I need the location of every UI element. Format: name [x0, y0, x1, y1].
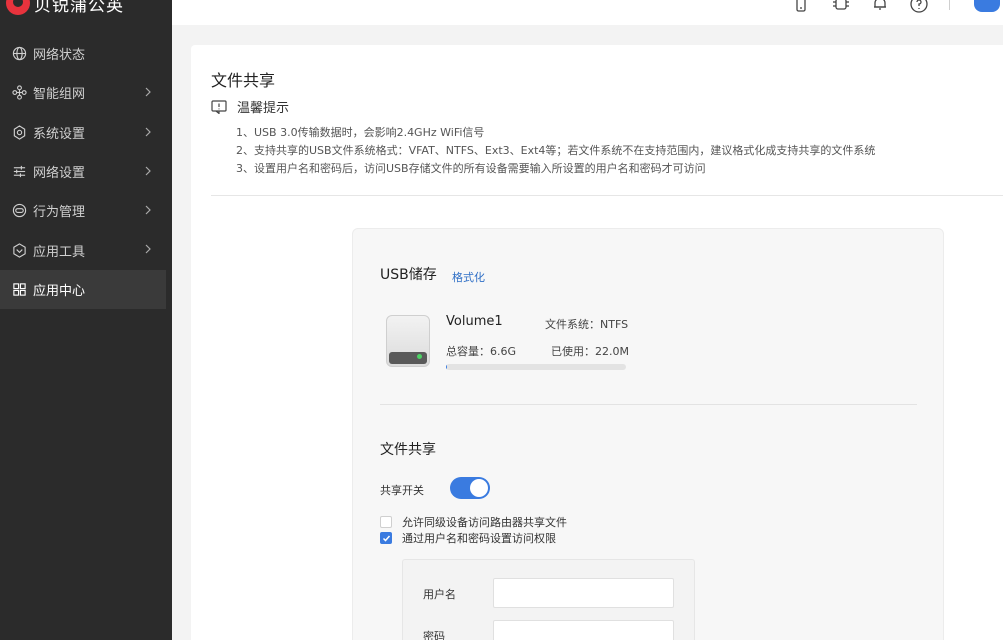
gear-icon [11, 124, 27, 140]
usage-bar-fill [446, 364, 447, 370]
option-credentials[interactable]: 通过用户名和密码设置访问权限 [380, 530, 556, 546]
username-input[interactable] [493, 578, 674, 608]
behavior-icon [11, 203, 27, 219]
logo[interactable]: 贝锐蒲公英 [6, 0, 124, 16]
sidebar-item-label: 网络设置 [33, 166, 86, 182]
divider [949, 0, 950, 10]
sidebar-item-system-settings[interactable]: 系统设置 [0, 113, 172, 152]
format-link[interactable]: 格式化 [452, 269, 485, 285]
disk-icon [386, 315, 430, 367]
sidebar-item-network-status[interactable]: 网络状态 [0, 34, 172, 73]
disk-base [389, 352, 427, 364]
total-capacity: 总容量：6.6G [446, 345, 517, 358]
check-icon [382, 535, 390, 542]
option-peer-access[interactable]: 允许同级设备访问路由器共享文件 [380, 514, 567, 530]
sidebar-item-network-settings[interactable]: 网络设置 [0, 152, 172, 191]
avatar[interactable] [974, 0, 1000, 12]
bell-icon[interactable] [871, 0, 889, 13]
filesystem-label: 文件系统：NTFS [545, 318, 629, 331]
divider [380, 404, 917, 405]
logo-mark-icon [6, 0, 30, 15]
sidebar: 贝锐蒲公英 网络状态 智能组网 系统设置 网络设置 行为管理 应用工具 应用中心 [0, 0, 172, 640]
apps-icon [11, 281, 27, 297]
disk-led [417, 354, 422, 359]
main-content: 文件共享 温馨提示 1、USB 3.0传输数据时，会影响2.4GHz WiFi信… [191, 45, 1003, 640]
sidebar-item-smart-network[interactable]: 智能组网 [0, 73, 172, 112]
sidebar-item-label: 智能组网 [33, 87, 86, 103]
chevron-right-icon [145, 87, 151, 97]
network-icon [11, 85, 27, 101]
usb-panel: USB储存 格式化 Volume1 文件系统：NTFS 总容量：6.6G 已使用… [352, 228, 944, 640]
sidebar-item-app-center[interactable]: 应用中心 [0, 269, 166, 310]
chevron-right-icon [145, 205, 151, 215]
option-label: 通过用户名和密码设置访问权限 [402, 532, 556, 545]
tip-item: 3、设置用户名和密码后，访问USB存储文件的所有设备需要输入所设置的用户名和密码… [236, 162, 706, 175]
credentials-form: 用户名 密码 [402, 559, 695, 640]
sidebar-item-label: 应用中心 [33, 283, 86, 299]
sliders-icon [11, 164, 27, 180]
top-bar [172, 0, 1003, 25]
tip-header: 温馨提示 [211, 97, 289, 116]
help-icon[interactable] [910, 0, 928, 13]
share-toggle[interactable] [450, 477, 490, 499]
tips-list: 1、USB 3.0传输数据时，会影响2.4GHz WiFi信号 2、支持共享的U… [236, 124, 875, 178]
share-switch-label: 共享开关 [380, 484, 424, 497]
logo-text: 贝锐蒲公英 [34, 0, 124, 16]
tip-item: 2、支持共享的USB文件系统格式：VFAT、NTFS、Ext3、Ext4等；若文… [236, 144, 876, 157]
password-input[interactable] [493, 620, 674, 640]
usage-bar [446, 364, 626, 370]
option-label: 允许同级设备访问路由器共享文件 [402, 516, 567, 529]
toggle-knob [470, 479, 488, 497]
tip-item: 1、USB 3.0传输数据时，会影响2.4GHz WiFi信号 [236, 126, 485, 139]
globe-icon [11, 46, 27, 62]
divider [211, 195, 1003, 196]
volume-name: Volume1 [446, 314, 503, 329]
password-label: 密码 [423, 630, 445, 640]
peer-access-checkbox[interactable] [380, 516, 392, 528]
tip-title: 温馨提示 [237, 101, 290, 116]
username-label: 用户名 [423, 588, 456, 601]
sidebar-item-app-tools[interactable]: 应用工具 [0, 230, 172, 269]
tools-icon [11, 242, 27, 258]
page-title: 文件共享 [211, 71, 276, 90]
credentials-checkbox[interactable] [380, 532, 392, 544]
share-section-title: 文件共享 [380, 442, 436, 458]
sidebar-item-label: 网络状态 [33, 48, 86, 64]
sidebar-item-label: 系统设置 [33, 126, 86, 142]
phone-icon[interactable] [792, 0, 810, 13]
used-capacity: 已使用：22.0M [551, 345, 629, 358]
chevron-right-icon [145, 245, 151, 254]
chip-icon[interactable] [832, 0, 850, 13]
sidebar-item-label: 应用工具 [33, 244, 86, 260]
sidebar-item-behavior-management[interactable]: 行为管理 [0, 191, 172, 230]
sidebar-item-label: 行为管理 [33, 205, 86, 221]
chevron-right-icon [145, 166, 151, 176]
sidebar-nav: 网络状态 智能组网 系统设置 网络设置 行为管理 应用工具 应用中心 [0, 34, 172, 310]
usb-title: USB储存 [380, 267, 437, 283]
info-icon [211, 99, 227, 114]
chevron-right-icon [145, 127, 151, 137]
